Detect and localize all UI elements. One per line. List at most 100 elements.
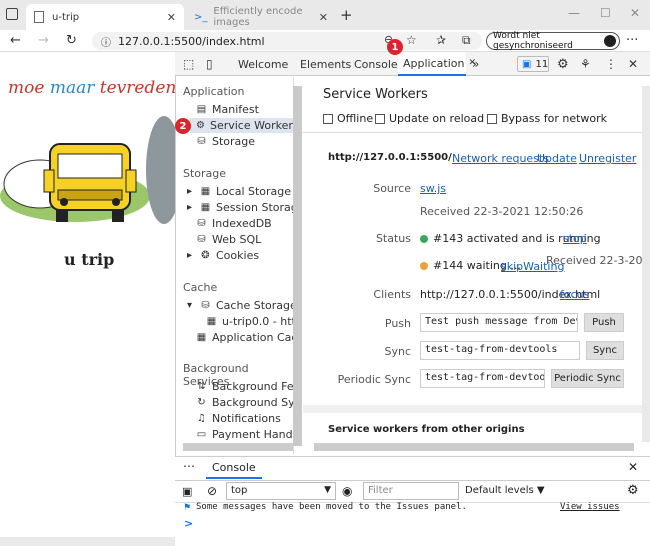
- back-icon[interactable]: ←: [10, 33, 21, 48]
- more-tabs-icon[interactable]: »: [472, 52, 479, 76]
- card-icon: ▭: [196, 429, 207, 440]
- update-link[interactable]: Update: [537, 152, 577, 165]
- push-button[interactable]: Push: [584, 313, 624, 332]
- grid-icon: ▦: [200, 202, 211, 213]
- periodic-sync-input[interactable]: test-tag-from-devtools: [420, 369, 545, 388]
- profile-sync-button[interactable]: Wordt niet gesynchroniseerd: [486, 31, 620, 51]
- console-prompt[interactable]: >: [184, 517, 193, 530]
- unregister-link[interactable]: Unregister: [579, 152, 636, 165]
- sidebar-item-manifest[interactable]: ▤ Manifest: [196, 103, 259, 116]
- update-on-reload-checkbox[interactable]: Update on reload: [375, 112, 484, 125]
- sidebar-item-application-cache[interactable]: ▦ Application Cache: [196, 331, 293, 344]
- expand-arrow-icon[interactable]: ▸: [184, 186, 195, 197]
- page-tagline: moe maar tevreden: [8, 78, 176, 98]
- gear-icon[interactable]: ⚙: [557, 52, 569, 76]
- close-tab-icon[interactable]: ✕: [167, 11, 176, 24]
- context-select[interactable]: top ▼: [226, 482, 336, 500]
- sidebar-horizontal-scrollbar[interactable]: [183, 443, 293, 451]
- device-toolbar-icon[interactable]: ▯: [206, 52, 213, 76]
- favorites-icon[interactable]: ✰: [436, 33, 446, 47]
- sync-button[interactable]: Sync: [586, 341, 624, 360]
- page-title: u trip: [64, 250, 115, 269]
- sidebar-item-label: Web SQL: [212, 233, 262, 246]
- clear-console-icon[interactable]: ⊘: [207, 484, 217, 498]
- issues-button[interactable]: ▣ 11: [517, 56, 549, 72]
- sidebar-item-cookies[interactable]: ▸ ❂ Cookies: [184, 249, 259, 262]
- grid-icon: ▦: [200, 186, 211, 197]
- checkbox-box[interactable]: [323, 114, 333, 124]
- add-favorite-icon[interactable]: ☆: [406, 33, 417, 47]
- sidebar-item-cache-entry[interactable]: ▦ u-trip0.0 - http://: [206, 315, 293, 328]
- issues-icon: ▣: [522, 58, 532, 70]
- focus-link[interactable]: focus: [560, 288, 589, 301]
- close-devtools-icon[interactable]: ✕: [628, 52, 638, 76]
- sidebar-toggle-icon[interactable]: ▣: [182, 485, 192, 498]
- customize-icon[interactable]: ⚘: [580, 52, 591, 76]
- sidebar-item-local-storage[interactable]: ▸ ▦ Local Storage: [184, 185, 291, 198]
- bypass-network-checkbox[interactable]: Bypass for network: [487, 112, 607, 125]
- sync-icon: ↻: [197, 397, 206, 408]
- network-requests-link[interactable]: Network requests: [452, 152, 549, 165]
- section-header: Application: [183, 85, 245, 98]
- sidebar-item-storage[interactable]: ⛁ Storage: [196, 135, 255, 148]
- close-drawer-icon[interactable]: ✕: [628, 460, 638, 474]
- sidebar-item-payment-handler[interactable]: ▭ Payment Handler: [196, 428, 293, 441]
- sidebar-item-session-storage[interactable]: ▸ ▦ Session Storage: [184, 201, 293, 214]
- console-filter-input[interactable]: Filter: [363, 482, 459, 500]
- tab-application[interactable]: Application ✕: [398, 52, 476, 76]
- sidebar-item-cache-storage[interactable]: ▾ ⛁ Cache Storage: [184, 299, 293, 312]
- sidebar-item-background-fetch[interactable]: ⇅ Background Fetch: [196, 380, 293, 393]
- sidebar-item-web-sql[interactable]: ⛁ Web SQL: [196, 233, 261, 246]
- checkbox-box[interactable]: [487, 114, 497, 124]
- drawer-tab-console[interactable]: Console: [206, 457, 262, 479]
- sidebar-item-label: Service Workers: [209, 119, 294, 132]
- grid-icon: ▦: [206, 316, 217, 327]
- offline-checkbox[interactable]: Offline: [323, 112, 373, 125]
- sidebar-item-service-workers[interactable]: ⚙ Service Workers: [190, 118, 294, 133]
- view-issues-link[interactable]: View issues: [560, 502, 620, 512]
- sidebar-item-notifications[interactable]: ♫ Notifications: [196, 412, 281, 425]
- pane-scrollbar[interactable]: [642, 86, 650, 442]
- expand-arrow-icon[interactable]: ▸: [184, 202, 195, 213]
- context-value: top: [231, 485, 248, 496]
- console-settings-icon[interactable]: ⚙: [627, 483, 639, 498]
- tab-encode-images[interactable]: >_ Efficiently encode images ✕: [186, 4, 336, 30]
- maximize-icon[interactable]: ☐: [600, 6, 611, 20]
- periodic-sync-button[interactable]: Periodic Sync: [551, 369, 624, 388]
- document-icon: ▤: [196, 104, 207, 115]
- sidebar-scrollbar[interactable]: [293, 86, 302, 446]
- drawer-menu-icon[interactable]: ⋯: [183, 459, 195, 473]
- tab-console[interactable]: Console: [354, 52, 398, 76]
- pane-horizontal-scrollbar[interactable]: [314, 443, 634, 451]
- tab-u-trip[interactable]: u-trip ✕: [26, 4, 184, 30]
- expand-arrow-icon[interactable]: ▸: [184, 250, 195, 261]
- collections-icon[interactable]: ⧉: [462, 33, 471, 48]
- source-label: Source: [373, 182, 411, 195]
- checkbox-box[interactable]: [375, 114, 385, 124]
- sidebar-item-background-sync[interactable]: ↻ Background Sync: [196, 396, 293, 409]
- eye-icon[interactable]: ◉: [342, 484, 352, 498]
- received-timestamp: Received 22-3-2021 12:50:26: [420, 205, 584, 218]
- sync-input[interactable]: test-tag-from-devtools: [420, 341, 580, 360]
- push-input[interactable]: Test push message from DevTools.: [420, 313, 578, 332]
- info-icon[interactable]: ⓘ: [101, 34, 111, 49]
- tab-elements[interactable]: Elements: [300, 52, 351, 76]
- refresh-icon[interactable]: ↻: [66, 33, 77, 48]
- tab-welcome[interactable]: Welcome: [238, 52, 288, 76]
- settings-menu-icon[interactable]: ···: [626, 33, 638, 48]
- sidebar-item-indexeddb[interactable]: ⛁ IndexedDB: [196, 217, 271, 230]
- new-tab-button[interactable]: +: [340, 6, 353, 24]
- more-options-icon[interactable]: ⋮: [605, 52, 617, 76]
- source-file-link[interactable]: sw.js: [420, 182, 446, 195]
- close-tab-icon[interactable]: ✕: [319, 11, 328, 24]
- close-window-icon[interactable]: ✕: [630, 6, 640, 20]
- page-horizontal-scrollbar[interactable]: [0, 537, 175, 546]
- address-bar[interactable]: ⓘ 127.0.0.1:5500/index.html: [92, 32, 482, 50]
- log-levels-select[interactable]: Default levels ▼: [465, 485, 545, 496]
- tab-actions-icon[interactable]: [6, 8, 18, 20]
- forward-icon[interactable]: →: [38, 33, 49, 48]
- minimize-icon[interactable]: —: [568, 6, 580, 20]
- stop-link[interactable]: stop: [563, 232, 587, 245]
- collapse-arrow-icon[interactable]: ▾: [184, 300, 195, 311]
- inspect-element-icon[interactable]: ⬚: [183, 52, 194, 76]
